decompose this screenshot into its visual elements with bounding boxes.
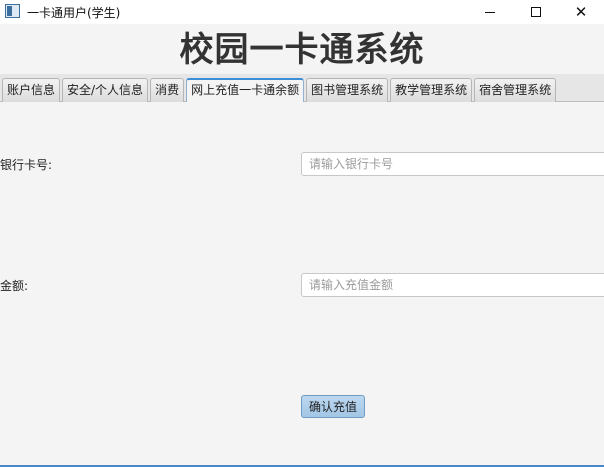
window-title: 一卡通用户(学生)	[27, 6, 121, 20]
maximize-icon	[531, 7, 541, 17]
tab-dormitory-system[interactable]: 宿舍管理系统	[474, 78, 557, 102]
tab-consumption[interactable]: 消费	[150, 78, 185, 102]
tab-list: 账户信息 安全/个人信息 消费 网上充值一卡通余额 图书管理系统 教学管理系统 …	[2, 78, 557, 102]
tab-account-info[interactable]: 账户信息	[2, 78, 61, 102]
app-window-icon	[5, 4, 20, 18]
bank-card-input[interactable]	[301, 152, 604, 176]
minimize-icon	[485, 11, 495, 13]
window-titlebar: 一卡通用户(学生) ✕	[0, 0, 604, 24]
amount-label: 金额:	[0, 279, 29, 293]
close-button[interactable]: ✕	[558, 0, 604, 24]
tab-bar: 账户信息 安全/个人信息 消费 网上充值一卡通余额 图书管理系统 教学管理系统 …	[0, 74, 604, 102]
amount-input[interactable]	[301, 273, 604, 297]
tab-library-system[interactable]: 图书管理系统	[306, 78, 389, 102]
tab-security-personal-info[interactable]: 安全/个人信息	[62, 78, 149, 102]
page-title: 校园一卡通系统	[179, 30, 425, 70]
bank-card-label: 银行卡号:	[0, 158, 53, 172]
minimize-button[interactable]	[467, 0, 513, 24]
tab-teaching-system[interactable]: 教学管理系统	[390, 78, 473, 102]
maximize-button[interactable]	[513, 0, 559, 24]
tab-online-recharge[interactable]: 网上充值一卡通余额	[186, 78, 305, 102]
close-icon: ✕	[574, 2, 588, 21]
confirm-recharge-button[interactable]: 确认充值	[301, 395, 366, 418]
